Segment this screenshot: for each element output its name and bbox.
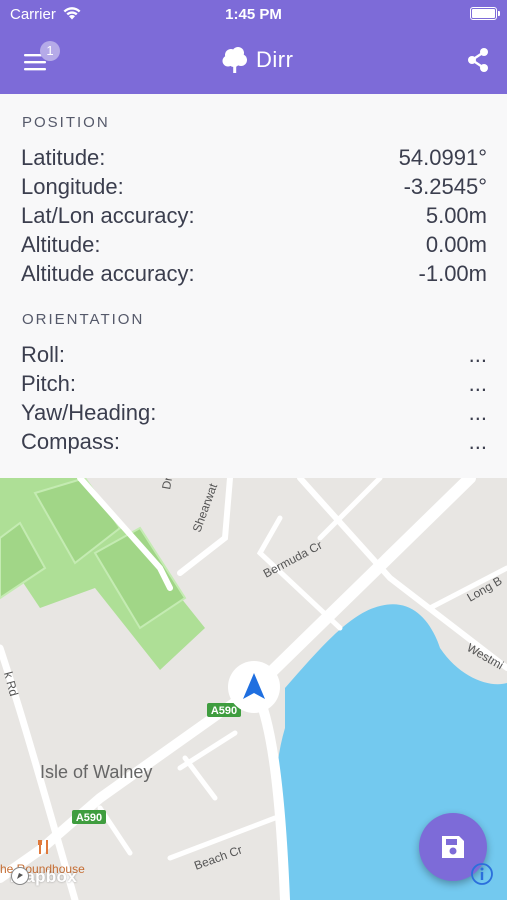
road-shield-label: A590 — [76, 812, 102, 824]
row-value: 54.0991° — [398, 145, 487, 170]
share-icon — [468, 48, 488, 72]
row-value: ... — [468, 429, 487, 454]
row-label: Longitude: — [21, 174, 124, 199]
row-label: Altitude accuracy: — [21, 261, 195, 286]
altitude-accuracy-row: Altitude accuracy: -1.00m — [21, 261, 487, 290]
pitch-row: Pitch: ... — [21, 371, 487, 400]
longitude-row: Longitude: -3.2545° — [21, 174, 487, 203]
row-value: 0.00m — [425, 232, 487, 257]
compass-row: Compass: ... — [21, 429, 487, 458]
row-label: Compass: — [21, 429, 121, 454]
latlon-accuracy-row: Lat/Lon accuracy: 5.00m — [21, 203, 487, 232]
map-label-k-rd: k Rd — [1, 670, 21, 697]
row-value: -3.2545° — [403, 174, 487, 199]
altitude-row: Altitude: 0.00m — [21, 232, 487, 261]
map-label-shearwater: Shearwat — [190, 481, 221, 534]
road-shield-label: A590 — [211, 705, 237, 717]
status-time: 1:45 PM — [225, 6, 282, 23]
app-title: Dirr — [256, 47, 294, 72]
row-value: 5.00m — [425, 203, 487, 228]
status-bar: Carrier 1:45 PM — [0, 0, 507, 28]
map-label-isle-of-walney: Isle of Walney — [40, 762, 152, 782]
app-title-group: Dirr — [220, 44, 293, 76]
notification-badge: 1 — [40, 41, 60, 61]
row-value: -1.00m — [418, 261, 487, 286]
map-info-button[interactable] — [470, 862, 494, 886]
yaw-heading-row: Yaw/Heading: ... — [21, 400, 487, 429]
sensor-panel: POSITION Latitude: 54.0991° Longitude: -… — [0, 94, 507, 478]
share-button[interactable] — [464, 46, 492, 74]
mapbox-icon — [11, 867, 29, 885]
battery-icon — [470, 7, 500, 20]
app-header: Carrier 1:45 PM 1 Dirr — [0, 0, 507, 94]
floppy-disk-icon — [442, 836, 464, 858]
row-label: Yaw/Heading: — [21, 400, 157, 425]
tree-icon — [222, 47, 247, 73]
row-label: Pitch: — [21, 371, 77, 396]
info-icon — [471, 863, 493, 885]
row-value: ... — [468, 400, 487, 425]
map-label-dr: Dr — [159, 478, 175, 491]
row-label: Lat/Lon accuracy: — [21, 203, 195, 228]
mapbox-logo[interactable]: mapbox — [10, 866, 77, 888]
map-label-westmi: Westmi — [465, 640, 506, 672]
row-label: Altitude: — [21, 232, 101, 257]
orientation-section-title: ORIENTATION — [22, 311, 145, 328]
position-section-title: POSITION — [22, 114, 110, 131]
map-label-bermuda: Bermuda Cr — [261, 538, 325, 581]
roll-row: Roll: ... — [21, 342, 487, 371]
row-value: ... — [468, 371, 487, 396]
row-value: ... — [468, 342, 487, 367]
menu-button[interactable]: 1 — [22, 41, 62, 78]
latitude-row: Latitude: 54.0991° — [21, 145, 487, 174]
row-label: Roll: — [21, 342, 66, 367]
row-label: Latitude: — [21, 145, 106, 170]
